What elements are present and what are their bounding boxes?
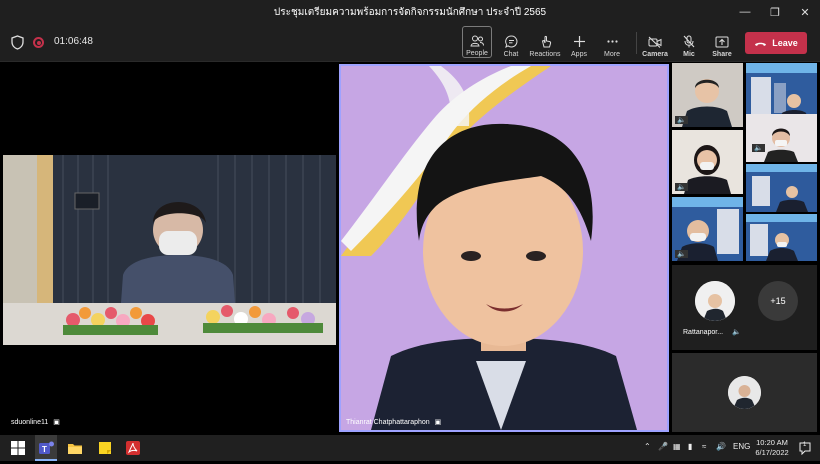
reactions-label: Reactions [529,51,561,58]
teams-taskbar-button[interactable]: T [35,435,57,461]
mic-off-icon: 🔈 [675,183,688,191]
notification-count: 1 [803,442,807,448]
chat-button[interactable]: Chat [500,26,522,58]
camera-label: Camera [642,51,668,58]
self-view-tile[interactable] [672,353,817,432]
mic-off-icon: 🔈 [675,250,688,258]
tray-overflow-icon[interactable]: ⌃ [644,442,651,451]
pdf-reader-button[interactable] [124,439,142,457]
participant-avatar-photo [695,281,735,321]
participant-name-tag: sduonline11 ▣ [11,418,60,427]
participant-video [746,164,817,212]
volume-icon[interactable]: 🔊 [716,442,726,451]
mic-label: Mic [683,51,695,58]
windows-logo-icon [11,441,25,455]
mic-off-icon: 🔈 [732,329,741,336]
tray-mic-icon[interactable]: 🎤 [658,442,668,451]
toolbar-divider [636,32,637,54]
leave-button[interactable]: Leave [745,32,807,54]
participant-name: Thianrat Chatphattaraphon [346,418,430,426]
close-button[interactable]: ✕ [790,0,820,24]
mic-off-icon [683,35,695,48]
wifi-icon[interactable]: ≈ [702,442,706,451]
tray-teams-icon[interactable]: ▦ [673,442,681,451]
self-avatar-photo [728,376,761,409]
video-tile-sduonline[interactable]: sduonline11 ▣ [3,64,336,432]
participant-name: sduonline11 [11,418,49,426]
overflow-participants-panel: +15 Rattanapor... 🔈 [672,265,817,350]
meeting-toolbar: 01:06:48 People Chat Reactions Apps More… [0,24,820,62]
share-icon [715,36,729,48]
video-tile-active-speaker[interactable]: Thianrat Chatphattaraphon ▣ [339,64,669,432]
participant-name-tag: Thianrat Chatphattaraphon ▣ [346,418,442,427]
apps-label: Apps [571,51,587,58]
minimize-button[interactable]: — [730,0,760,24]
phone-hangup-icon [755,42,767,46]
video-tile-thumb[interactable]: 🔈 [672,197,743,261]
chat-icon [504,35,517,48]
speaker-video [341,66,667,430]
mic-button[interactable]: Mic [679,26,699,58]
participant-video [746,214,817,261]
video-stage: sduonline11 ▣ Thianrat Chatphattaraphon … [0,62,820,435]
reactions-button[interactable]: Reactions [529,26,561,58]
sticky-notes-button[interactable] [96,439,114,457]
title-bar: ประชุมเตรียมความพร้อมการจัดกิจกรรมนักศึก… [0,0,820,24]
mic-off-icon: 🔈 [675,116,688,124]
overflow-count: +15 [770,296,786,306]
notification-center-button[interactable]: 1 [798,441,812,456]
reactions-icon [541,35,551,48]
participant-name: Rattanapor... [683,329,724,336]
avatar[interactable] [695,281,735,321]
maximize-button[interactable]: ❐ [760,0,790,24]
start-button[interactable] [9,439,27,457]
svg-text:T: T [42,445,47,454]
video-tile-thumb[interactable]: 🔈 [672,63,743,127]
share-button[interactable]: Share [711,26,733,58]
video-tile-thumb[interactable]: 🔈 [746,114,817,162]
camera-off-icon [648,36,662,48]
file-explorer-button[interactable] [66,439,84,457]
video-tile-thumb[interactable]: 🔈 [672,130,743,194]
plus-icon [573,36,585,47]
meeting-title: ประชุมเตรียมความพร้อมการจัดกิจกรรมนักศึก… [273,6,547,18]
taskbar-clock[interactable]: 10:20 AM 6/17/2022 [752,438,792,458]
windows-taskbar: T ⌃ 🎤 ▦ ▮ ≈ 🔊 ENG 10:20 AM 6/17/2022 1 [0,435,820,461]
share-label: Share [712,51,732,58]
more-icon [606,40,618,43]
folder-icon [68,444,82,454]
recording-icon [33,37,44,48]
leave-label: Leave [772,38,798,48]
apps-button[interactable]: Apps [568,26,590,58]
camera-button[interactable]: Camera [642,26,668,58]
chat-label: Chat [503,51,519,58]
acrobat-icon [126,441,140,455]
screen-share-icon: ▣ [53,419,60,426]
overflow-count-badge[interactable]: +15 [758,281,798,321]
video-tile-thumb[interactable] [746,164,817,212]
sticky-note-icon [99,442,111,454]
conference-room-video [3,155,336,345]
screen-share-icon: ▣ [434,419,442,426]
participant-name-tag: Rattanapor... [683,329,723,336]
more-label: More [604,51,620,58]
window-controls: — ❐ ✕ [730,0,820,24]
people-icon [470,35,484,47]
shield-icon [11,35,24,50]
teams-icon: T [39,441,54,454]
video-tile-thumb[interactable] [746,214,817,261]
tray-battery-icon[interactable]: ▮ [688,442,692,451]
language-indicator[interactable]: ENG [733,442,750,451]
people-label: People [466,50,488,57]
meeting-timer: 01:06:48 [54,36,93,47]
participant-video [746,114,817,162]
mic-off-icon: 🔈 [752,144,765,152]
clock-time: 10:20 AM [756,438,788,447]
people-button[interactable]: People [462,26,492,58]
avatar [728,376,761,409]
more-button[interactable]: More [601,26,623,58]
clock-date: 6/17/2022 [755,448,789,457]
